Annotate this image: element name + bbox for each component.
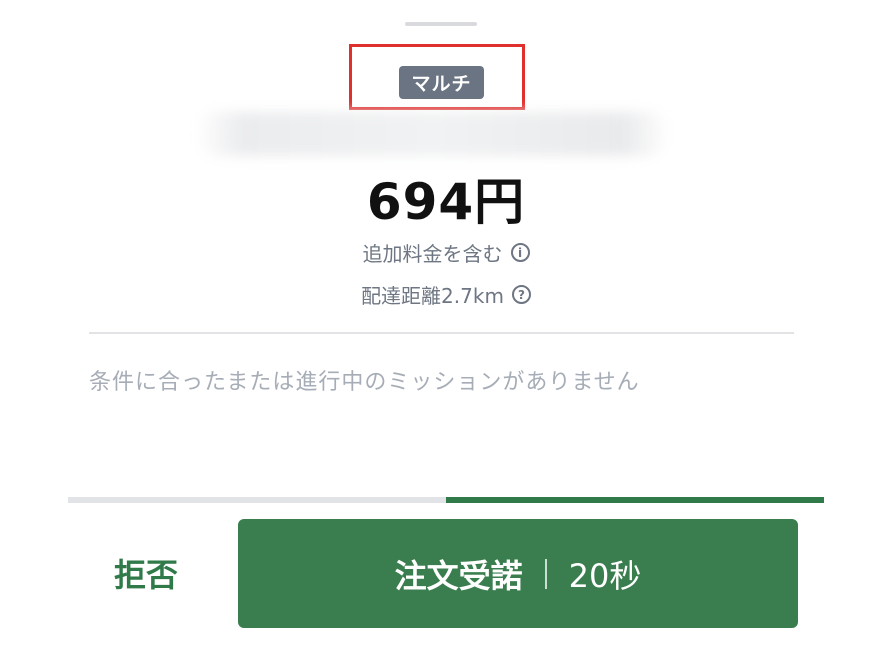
- accept-button-separator: [544, 558, 547, 589]
- info-icon[interactable]: i: [510, 243, 530, 262]
- countdown-progress-bar: [68, 497, 824, 503]
- help-icon[interactable]: ?: [511, 285, 531, 304]
- accept-order-button[interactable]: 注文受諾 20秒: [238, 519, 798, 628]
- mission-status-text: 条件に合ったまたは進行中のミッションがありません: [89, 370, 640, 395]
- divider: [89, 332, 794, 334]
- order-price: 694円: [366, 173, 526, 231]
- distance-row: 配達距離2.7km ?: [0, 280, 892, 309]
- fee-note-text: 追加料金を含む: [362, 242, 503, 266]
- order-type-badge: マルチ: [399, 66, 484, 99]
- reject-button[interactable]: 拒否: [92, 540, 200, 606]
- distance-text: 配達距離2.7km: [361, 284, 504, 308]
- drag-handle[interactable]: [405, 22, 477, 26]
- fee-note-row: 追加料金を含む i: [0, 238, 892, 267]
- countdown-progress-fill: [446, 497, 824, 503]
- accept-button-label: 注文受諾: [394, 556, 523, 595]
- blurred-restaurant-name: [195, 112, 670, 156]
- accept-button-timer: 20秒: [568, 556, 642, 595]
